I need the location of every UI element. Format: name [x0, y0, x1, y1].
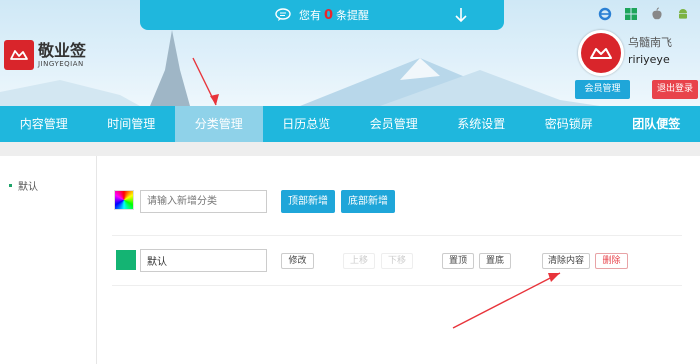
- apple-icon[interactable]: [648, 5, 666, 23]
- logout-button[interactable]: 退出登录: [652, 80, 698, 99]
- android-icon[interactable]: [674, 5, 692, 23]
- pin-top-button[interactable]: 置顶: [442, 253, 474, 269]
- windows-icon[interactable]: [622, 5, 640, 23]
- sidebar-item-default[interactable]: 默认: [9, 178, 38, 193]
- member-management-button[interactable]: 会员管理: [575, 80, 630, 99]
- nav-category-management[interactable]: 分类管理: [175, 106, 263, 142]
- nav-system-settings[interactable]: 系统设置: [438, 106, 526, 142]
- platform-icons: [596, 5, 692, 23]
- clear-content-button[interactable]: 清除内容: [542, 253, 590, 269]
- nav-team-notes[interactable]: 团队便签: [613, 106, 700, 142]
- pin-bottom-button[interactable]: 置底: [479, 253, 511, 269]
- move-up-button[interactable]: 上移: [343, 253, 375, 269]
- edit-button[interactable]: 修改: [281, 253, 314, 269]
- nav-calendar-overview[interactable]: 日历总览: [263, 106, 351, 142]
- nav-member-management[interactable]: 会员管理: [350, 106, 438, 142]
- top-add-button[interactable]: 顶部新增: [281, 190, 335, 213]
- sidebar: 默认: [0, 156, 97, 364]
- bullet-icon: [9, 184, 12, 187]
- chat-icon: [275, 8, 291, 21]
- notice-suffix: 条提醒: [336, 9, 370, 22]
- ie-icon[interactable]: [596, 5, 614, 23]
- user-nickname: 乌髓南飞: [628, 36, 672, 49]
- category-color-swatch[interactable]: [116, 250, 136, 270]
- arrow-down-icon[interactable]: [454, 7, 468, 23]
- category-name-input[interactable]: [140, 249, 267, 272]
- notice-count: 0: [323, 7, 334, 23]
- main-nav: 内容管理 时间管理 分类管理 日历总览 会员管理 系统设置 密码锁屏 团队便签: [0, 106, 700, 142]
- header: 您有 0 条提醒 敬业签 JINGYEQIAN 乌髓南飞 ririyeye 会员…: [0, 0, 700, 106]
- move-down-button[interactable]: 下移: [381, 253, 413, 269]
- delete-button[interactable]: 删除: [595, 253, 628, 269]
- logo[interactable]: 敬业签 JINGYEQIAN: [4, 40, 86, 70]
- logo-icon: [4, 40, 34, 70]
- notice-prefix: 您有: [298, 9, 321, 22]
- color-picker[interactable]: [114, 190, 134, 210]
- logo-subtitle: JINGYEQIAN: [38, 60, 84, 68]
- avatar[interactable]: [578, 30, 624, 76]
- nav-time-management[interactable]: 时间管理: [88, 106, 176, 142]
- annotation-arrow-clear: [452, 272, 561, 329]
- nav-password-lock[interactable]: 密码锁屏: [525, 106, 613, 142]
- sidebar-item-label: 默认: [18, 182, 38, 193]
- new-category-input[interactable]: [140, 190, 267, 213]
- bottom-add-button[interactable]: 底部新增: [341, 190, 395, 213]
- row-divider: [112, 235, 682, 236]
- notification-bar[interactable]: 您有 0 条提醒: [140, 0, 504, 30]
- nav-content-management[interactable]: 内容管理: [0, 106, 88, 142]
- user-id: ririyeye: [628, 53, 670, 66]
- logo-title: 敬业签: [38, 41, 87, 60]
- row-divider: [112, 285, 682, 286]
- divider-strip: [0, 142, 700, 156]
